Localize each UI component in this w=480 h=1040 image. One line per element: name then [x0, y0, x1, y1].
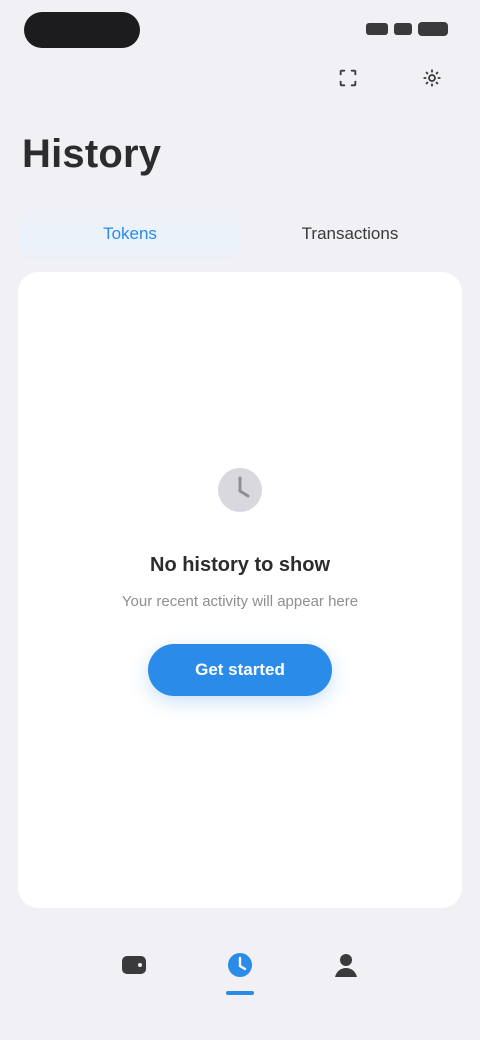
nav-indicator — [120, 991, 148, 995]
content-card: No history to show Your recent activity … — [18, 272, 462, 908]
history-icon — [224, 949, 256, 981]
status-bar — [0, 0, 480, 60]
signal-icon — [366, 23, 388, 35]
bottom-nav — [0, 924, 480, 1020]
battery-icon — [418, 22, 448, 36]
wifi-icon — [394, 23, 412, 35]
tab-transactions[interactable]: Transactions — [240, 206, 460, 262]
wallet-icon — [118, 949, 150, 981]
clock-icon — [212, 462, 268, 518]
dynamic-island — [24, 12, 140, 48]
empty-state-subtitle: Your recent activity will appear here — [121, 593, 359, 610]
nav-item-profile[interactable] — [322, 940, 370, 1004]
nav-item-wallet[interactable] — [110, 940, 158, 1004]
nav-indicator — [332, 991, 360, 995]
settings-icon — [421, 67, 443, 94]
tab-bar: Tokens Transactions — [20, 206, 460, 262]
nav-indicator-active — [226, 991, 254, 995]
app-screen: History Tokens Transactions No history t… — [0, 0, 480, 1040]
empty-state-title: No history to show — [150, 554, 330, 576]
top-actions — [330, 62, 450, 98]
nav-item-history[interactable] — [216, 940, 264, 1004]
scan-button[interactable] — [330, 62, 366, 98]
empty-state: No history to show Your recent activity … — [18, 462, 462, 696]
page-title: History — [22, 132, 162, 176]
status-icons — [352, 20, 448, 38]
scan-icon — [337, 67, 359, 94]
tab-tokens[interactable]: Tokens — [20, 206, 240, 262]
profile-icon — [330, 949, 362, 981]
get-started-button[interactable]: Get started — [148, 644, 332, 696]
settings-button[interactable] — [414, 62, 450, 98]
